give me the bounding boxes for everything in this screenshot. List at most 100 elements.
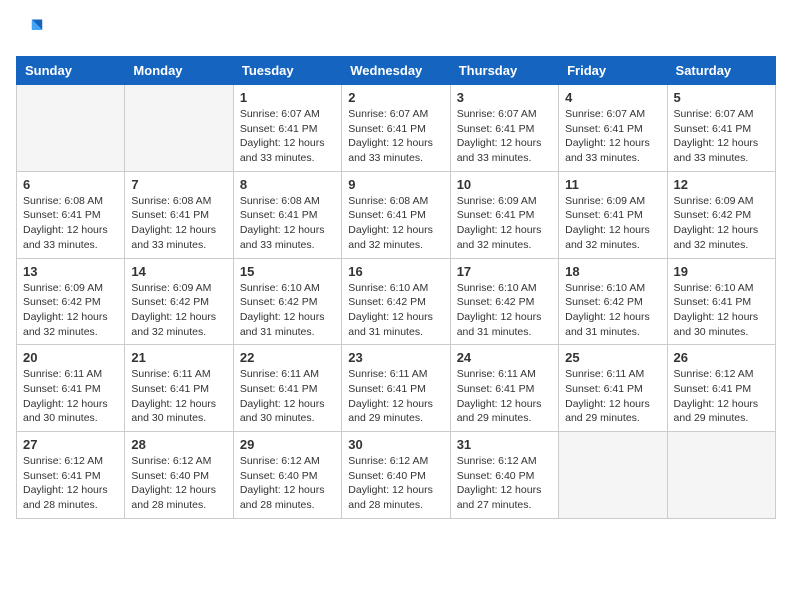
- day-info: Sunrise: 6:12 AMSunset: 6:41 PMDaylight:…: [23, 454, 118, 513]
- calendar-cell: 28 Sunrise: 6:12 AMSunset: 6:40 PMDayligh…: [125, 432, 233, 519]
- calendar-cell: 31 Sunrise: 6:12 AMSunset: 6:40 PMDayligh…: [450, 432, 558, 519]
- calendar-cell: 9 Sunrise: 6:08 AMSunset: 6:41 PMDaylight…: [342, 171, 450, 258]
- calendar-week-row: 27 Sunrise: 6:12 AMSunset: 6:41 PMDayligh…: [17, 432, 776, 519]
- day-number: 29: [240, 437, 335, 452]
- calendar-cell: 27 Sunrise: 6:12 AMSunset: 6:41 PMDayligh…: [17, 432, 125, 519]
- day-number: 21: [131, 350, 226, 365]
- calendar-cell: 26 Sunrise: 6:12 AMSunset: 6:41 PMDayligh…: [667, 345, 775, 432]
- calendar-table: SundayMondayTuesdayWednesdayThursdayFrid…: [16, 56, 776, 519]
- calendar-cell: 4 Sunrise: 6:07 AMSunset: 6:41 PMDaylight…: [559, 85, 667, 172]
- day-info: Sunrise: 6:08 AMSunset: 6:41 PMDaylight:…: [23, 194, 118, 253]
- calendar-cell: 12Sunrise: 6:09 AMSunset: 6:42 PMDayligh…: [667, 171, 775, 258]
- day-info: Sunrise: 6:10 AMSunset: 6:41 PMDaylight:…: [674, 281, 769, 340]
- logo: [16, 16, 48, 44]
- day-number: 27: [23, 437, 118, 452]
- day-info: Sunrise: 6:09 AMSunset: 6:42 PMDaylight:…: [674, 194, 769, 253]
- day-info: Sunrise: 6:11 AMSunset: 6:41 PMDaylight:…: [23, 367, 118, 426]
- day-info: Sunrise: 6:08 AMSunset: 6:41 PMDaylight:…: [240, 194, 335, 253]
- calendar-week-row: 13 Sunrise: 6:09 AMSunset: 6:42 PMDayligh…: [17, 258, 776, 345]
- calendar-week-row: 1 Sunrise: 6:07 AMSunset: 6:41 PMDaylight…: [17, 85, 776, 172]
- day-number: 20: [23, 350, 118, 365]
- day-number: 10: [457, 177, 552, 192]
- day-info: Sunrise: 6:07 AMSunset: 6:41 PMDaylight:…: [457, 107, 552, 166]
- calendar-header-row: SundayMondayTuesdayWednesdayThursdayFrid…: [17, 57, 776, 85]
- day-info: Sunrise: 6:11 AMSunset: 6:41 PMDaylight:…: [348, 367, 443, 426]
- day-number: 4: [565, 90, 660, 105]
- calendar-cell: 7 Sunrise: 6:08 AMSunset: 6:41 PMDaylight…: [125, 171, 233, 258]
- weekday-header: Tuesday: [233, 57, 341, 85]
- day-info: Sunrise: 6:10 AMSunset: 6:42 PMDaylight:…: [565, 281, 660, 340]
- calendar-cell: [17, 85, 125, 172]
- weekday-header: Friday: [559, 57, 667, 85]
- weekday-header: Saturday: [667, 57, 775, 85]
- day-info: Sunrise: 6:09 AMSunset: 6:42 PMDaylight:…: [131, 281, 226, 340]
- day-number: 3: [457, 90, 552, 105]
- calendar-cell: 6 Sunrise: 6:08 AMSunset: 6:41 PMDaylight…: [17, 171, 125, 258]
- day-info: Sunrise: 6:07 AMSunset: 6:41 PMDaylight:…: [565, 107, 660, 166]
- day-number: 2: [348, 90, 443, 105]
- calendar-cell: [667, 432, 775, 519]
- day-number: 18: [565, 264, 660, 279]
- day-number: 6: [23, 177, 118, 192]
- weekday-header: Monday: [125, 57, 233, 85]
- day-info: Sunrise: 6:08 AMSunset: 6:41 PMDaylight:…: [131, 194, 226, 253]
- day-info: Sunrise: 6:11 AMSunset: 6:41 PMDaylight:…: [457, 367, 552, 426]
- calendar-week-row: 6 Sunrise: 6:08 AMSunset: 6:41 PMDaylight…: [17, 171, 776, 258]
- day-info: Sunrise: 6:08 AMSunset: 6:41 PMDaylight:…: [348, 194, 443, 253]
- calendar-cell: 15 Sunrise: 6:10 AMSunset: 6:42 PMDayligh…: [233, 258, 341, 345]
- weekday-header: Sunday: [17, 57, 125, 85]
- day-info: Sunrise: 6:12 AMSunset: 6:40 PMDaylight:…: [348, 454, 443, 513]
- day-number: 5: [674, 90, 769, 105]
- day-number: 25: [565, 350, 660, 365]
- day-number: 7: [131, 177, 226, 192]
- day-info: Sunrise: 6:07 AMSunset: 6:41 PMDaylight:…: [348, 107, 443, 166]
- calendar-cell: [559, 432, 667, 519]
- day-number: 15: [240, 264, 335, 279]
- calendar-cell: 30 Sunrise: 6:12 AMSunset: 6:40 PMDayligh…: [342, 432, 450, 519]
- calendar-cell: 17Sunrise: 6:10 AMSunset: 6:42 PMDayligh…: [450, 258, 558, 345]
- day-info: Sunrise: 6:10 AMSunset: 6:42 PMDaylight:…: [348, 281, 443, 340]
- day-info: Sunrise: 6:12 AMSunset: 6:40 PMDaylight:…: [457, 454, 552, 513]
- day-info: Sunrise: 6:12 AMSunset: 6:40 PMDaylight:…: [240, 454, 335, 513]
- day-number: 28: [131, 437, 226, 452]
- day-number: 16: [348, 264, 443, 279]
- day-info: Sunrise: 6:09 AMSunset: 6:41 PMDaylight:…: [565, 194, 660, 253]
- day-info: Sunrise: 6:11 AMSunset: 6:41 PMDaylight:…: [240, 367, 335, 426]
- calendar-cell: 3 Sunrise: 6:07 AMSunset: 6:41 PMDaylight…: [450, 85, 558, 172]
- calendar-cell: 19 Sunrise: 6:10 AMSunset: 6:41 PMDayligh…: [667, 258, 775, 345]
- day-number: 1: [240, 90, 335, 105]
- day-number: 24: [457, 350, 552, 365]
- day-number: 9: [348, 177, 443, 192]
- calendar-cell: 1Sunrise: 6:07 AMSunset: 6:41 PMDaylight…: [233, 85, 341, 172]
- calendar-cell: 11Sunrise: 6:09 AMSunset: 6:41 PMDayligh…: [559, 171, 667, 258]
- calendar-cell: 16 Sunrise: 6:10 AMSunset: 6:42 PMDayligh…: [342, 258, 450, 345]
- calendar-cell: 22Sunrise: 6:11 AMSunset: 6:41 PMDayligh…: [233, 345, 341, 432]
- calendar-cell: 20 Sunrise: 6:11 AMSunset: 6:41 PMDayligh…: [17, 345, 125, 432]
- day-info: Sunrise: 6:07 AMSunset: 6:41 PMDaylight:…: [674, 107, 769, 166]
- day-info: Sunrise: 6:11 AMSunset: 6:41 PMDaylight:…: [565, 367, 660, 426]
- day-info: Sunrise: 6:09 AMSunset: 6:42 PMDaylight:…: [23, 281, 118, 340]
- day-info: Sunrise: 6:10 AMSunset: 6:42 PMDaylight:…: [240, 281, 335, 340]
- day-info: Sunrise: 6:12 AMSunset: 6:40 PMDaylight:…: [131, 454, 226, 513]
- calendar-cell: 18 Sunrise: 6:10 AMSunset: 6:42 PMDayligh…: [559, 258, 667, 345]
- day-number: 31: [457, 437, 552, 452]
- logo-icon: [16, 16, 44, 44]
- day-number: 19: [674, 264, 769, 279]
- day-info: Sunrise: 6:11 AMSunset: 6:41 PMDaylight:…: [131, 367, 226, 426]
- day-number: 30: [348, 437, 443, 452]
- calendar-cell: 13 Sunrise: 6:09 AMSunset: 6:42 PMDayligh…: [17, 258, 125, 345]
- day-info: Sunrise: 6:10 AMSunset: 6:42 PMDaylight:…: [457, 281, 552, 340]
- day-number: 23: [348, 350, 443, 365]
- page-header: [16, 16, 776, 44]
- day-info: Sunrise: 6:12 AMSunset: 6:41 PMDaylight:…: [674, 367, 769, 426]
- day-info: Sunrise: 6:09 AMSunset: 6:41 PMDaylight:…: [457, 194, 552, 253]
- day-number: 8: [240, 177, 335, 192]
- weekday-header: Thursday: [450, 57, 558, 85]
- day-number: 13: [23, 264, 118, 279]
- calendar-cell: 25 Sunrise: 6:11 AMSunset: 6:41 PMDayligh…: [559, 345, 667, 432]
- calendar-cell: 23 Sunrise: 6:11 AMSunset: 6:41 PMDayligh…: [342, 345, 450, 432]
- calendar-cell: 29 Sunrise: 6:12 AMSunset: 6:40 PMDayligh…: [233, 432, 341, 519]
- day-number: 26: [674, 350, 769, 365]
- calendar-cell: 21 Sunrise: 6:11 AMSunset: 6:41 PMDayligh…: [125, 345, 233, 432]
- day-number: 14: [131, 264, 226, 279]
